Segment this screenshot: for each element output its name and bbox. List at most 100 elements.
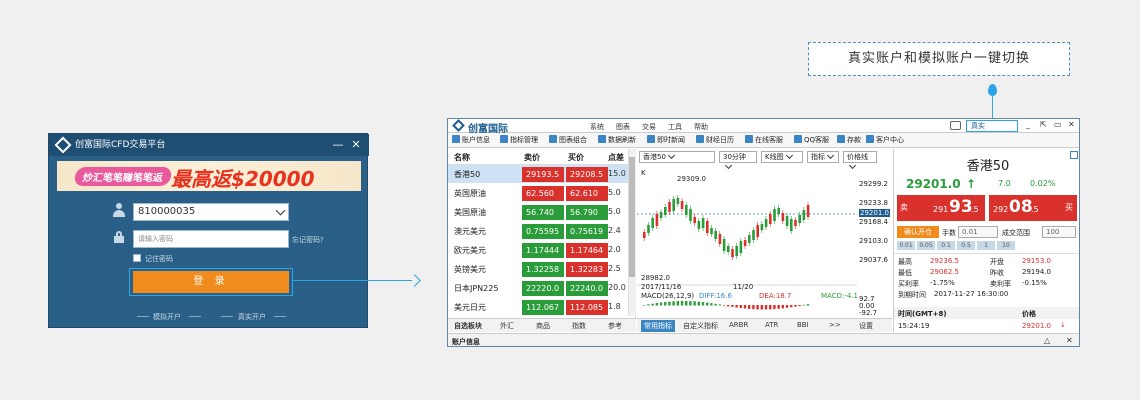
pin-icon[interactable]: _ xyxy=(1026,120,1030,129)
tab-index[interactable]: 指数 xyxy=(572,321,586,331)
remember-checkbox[interactable] xyxy=(133,254,141,262)
quote-row[interactable]: 英国原油 62.560 62.610 5.0 xyxy=(448,184,628,202)
menu-chart[interactable]: 图表 xyxy=(616,122,630,132)
menu-tools[interactable]: 工具 xyxy=(668,122,682,132)
quote-row[interactable]: 美元日元 112.067 112.085 1.8 xyxy=(448,298,628,316)
scrollbar-thumb[interactable] xyxy=(629,157,635,277)
tab-watchlist[interactable]: 自选板块 xyxy=(454,321,482,331)
buy-button[interactable]: 292 08 .5 买 xyxy=(989,195,1077,221)
header-bid[interactable]: 卖价 xyxy=(524,152,540,163)
tab-commodity[interactable]: 商品 xyxy=(536,321,550,331)
promo-banner[interactable]: 炒汇笔笔赚笔笔返 最高返$20000 xyxy=(57,161,361,191)
quote-ask[interactable]: 0.75619 xyxy=(566,224,608,239)
login-button[interactable]: 登 录 xyxy=(133,271,289,293)
quote-bid[interactable]: 22220.0 xyxy=(522,281,564,296)
quote-ask[interactable]: 62.610 xyxy=(566,186,608,201)
quote-bid[interactable]: 1.17444 xyxy=(522,243,564,258)
quote-row[interactable]: 英镑美元 1.32258 1.32283 2.5 xyxy=(448,260,628,278)
quote-bid[interactable]: 29193.5 xyxy=(522,167,564,182)
quote-ask[interactable]: 29208.5 xyxy=(566,167,608,182)
tab-reference[interactable]: 参考 xyxy=(608,321,622,331)
menu-trade[interactable]: 交易 xyxy=(642,122,656,132)
qty-chip[interactable]: 0.5 xyxy=(957,241,975,250)
period-select[interactable]: 30分钟 xyxy=(719,151,757,163)
quote-row[interactable]: 香港50 29193.5 29208.5 15.0 xyxy=(448,165,628,183)
close-button[interactable]: ✕ xyxy=(349,138,363,152)
quote-row[interactable]: 日本JPN225 22220.0 22240.0 20.0 xyxy=(448,279,628,297)
minimize-button[interactable]: — xyxy=(331,138,345,152)
quote-row[interactable]: 美国原油 56.740 56.790 5.0 xyxy=(448,203,628,221)
quote-ask[interactable]: 22240.0 xyxy=(566,281,608,296)
user-icon[interactable] xyxy=(950,121,961,130)
qty-chip[interactable]: 1 xyxy=(977,241,995,250)
price-line-select[interactable]: 价格线 xyxy=(843,151,877,163)
confirm-open-button[interactable]: 确认开仓 xyxy=(897,226,939,238)
deposit-button[interactable]: 存款 xyxy=(837,135,861,145)
tab-custom-indicators[interactable]: 自定义指标 xyxy=(683,321,718,331)
header-name[interactable]: 名称 xyxy=(454,152,470,163)
online-service-button[interactable]: 在线客服 xyxy=(745,135,783,145)
quote-spread: 2.5 xyxy=(608,264,621,273)
quote-row[interactable]: 澳元美元 0.75595 0.75619 2.4 xyxy=(448,222,628,240)
tab-settings[interactable]: 设置 xyxy=(859,321,873,331)
sell-button[interactable]: 卖 291 93 .5 xyxy=(897,195,985,221)
tab-arbr[interactable]: ARBR xyxy=(729,321,748,329)
qty-chip[interactable]: 0.05 xyxy=(917,241,935,250)
password-field[interactable]: 请输入密码 xyxy=(133,230,289,248)
calendar-button[interactable]: 财经日历 xyxy=(696,135,734,145)
real-account-link[interactable]: 真实开户 xyxy=(238,312,266,322)
macd-bar xyxy=(647,304,650,306)
sim-account-link[interactable]: 模拟开户 xyxy=(153,312,181,322)
chevron-down-icon[interactable] xyxy=(275,205,286,216)
news-button[interactable]: 即时新闻 xyxy=(647,135,685,145)
candle xyxy=(685,205,688,215)
indicator-select[interactable]: 指标 xyxy=(807,151,839,163)
account-info-button[interactable]: 账户信息 xyxy=(452,135,490,145)
quote-bid[interactable]: 56.740 xyxy=(522,205,564,220)
refresh-button[interactable]: 数据刷新 xyxy=(598,135,636,145)
account-mode-switch[interactable]: 真实 xyxy=(966,120,1018,132)
y-tick: 29299.2 xyxy=(859,180,888,188)
header-spread[interactable]: 点差 xyxy=(608,152,624,163)
chart-combo-button[interactable]: 图表组合 xyxy=(549,135,587,145)
macd-bar xyxy=(655,303,658,306)
collapse-icon[interactable]: △ xyxy=(1044,336,1050,345)
quote-bid[interactable]: 1.32258 xyxy=(522,262,564,277)
quote-ask[interactable]: 1.32283 xyxy=(566,262,608,277)
qq-service-button[interactable]: QQ客服 xyxy=(794,135,829,145)
qty-chip[interactable]: 10 xyxy=(997,241,1015,250)
tab-forex[interactable]: 外汇 xyxy=(500,321,514,331)
tab-common-indicators[interactable]: 常用指标 xyxy=(641,320,675,332)
close-icon[interactable]: ✕ xyxy=(1066,336,1073,345)
quote-ask[interactable]: 56.790 xyxy=(566,205,608,220)
lots-input[interactable]: 0.01 xyxy=(958,226,998,238)
maximize-icon[interactable]: ▭ xyxy=(1054,120,1062,129)
quote-ask[interactable]: 1.17464 xyxy=(566,243,608,258)
restore-icon[interactable]: ⇱ xyxy=(1040,120,1047,129)
quote-bid[interactable]: 112.067 xyxy=(522,300,564,315)
indicator-manage-button[interactable]: 指标管理 xyxy=(500,135,538,145)
tab-bbi[interactable]: BBI xyxy=(797,321,809,329)
tab-atr[interactable]: ATR xyxy=(765,321,778,329)
account-field[interactable]: 810000035 xyxy=(133,203,289,221)
header-ask[interactable]: 买价 xyxy=(568,152,584,163)
menu-system[interactable]: 系统 xyxy=(590,122,604,132)
quote-row[interactable]: 欧元美元 1.17444 1.17464 2.0 xyxy=(448,241,628,259)
symbol-select[interactable]: 香港50 xyxy=(639,151,715,163)
client-center-button[interactable]: 客户中心 xyxy=(866,135,904,145)
quote-bid[interactable]: 62.560 xyxy=(522,186,564,201)
candle xyxy=(655,214,659,226)
quote-ask[interactable]: 112.085 xyxy=(566,300,608,315)
chart-panel: 香港50 30分钟 K线图 指标 价格线 K 29309.0 28982.0 2… xyxy=(637,149,892,332)
forgot-password-link[interactable]: 忘记密码? xyxy=(292,235,324,245)
menu-help[interactable]: 帮助 xyxy=(694,122,708,132)
close-icon[interactable]: ✕ xyxy=(1068,120,1075,129)
tab-more[interactable]: >> xyxy=(829,321,841,329)
qty-chip[interactable]: 0.1 xyxy=(937,241,955,250)
time-header: 时间(GMT+8) xyxy=(898,310,947,318)
chart-type-select[interactable]: K线图 xyxy=(761,151,803,163)
expand-icon[interactable] xyxy=(1070,151,1078,159)
qty-chip[interactable]: 0.01 xyxy=(897,241,915,250)
quote-bid[interactable]: 0.75595 xyxy=(522,224,564,239)
slippage-input[interactable]: 100 xyxy=(1042,226,1076,238)
